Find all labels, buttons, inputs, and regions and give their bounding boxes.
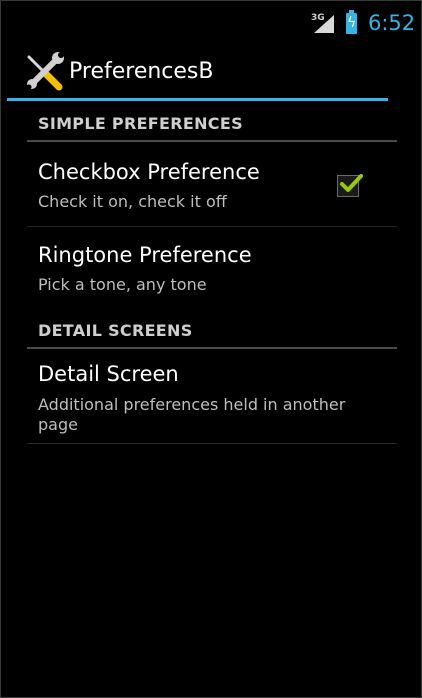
checkmark-icon: [340, 174, 363, 192]
battery-charging-icon: ϟ: [346, 10, 357, 34]
detail-screen-title: Detail Screen: [38, 362, 179, 386]
ringtone-preference-title: Ringtone Preference: [38, 243, 252, 267]
checkbox-preference-title: Checkbox Preference: [38, 160, 260, 184]
checkbox-preference-toggle[interactable]: [337, 174, 363, 197]
status-clock: 6:52: [368, 11, 416, 35]
category-simple-preferences: SIMPLE PREFERENCES: [38, 114, 243, 133]
checkbox-preference-summary: Check it on, check it off: [38, 192, 227, 211]
category-detail-screens: DETAIL SCREENS: [38, 321, 193, 340]
action-bar-divider: [7, 98, 388, 101]
status-bar: 3G ϟ 6:52: [1, 1, 421, 45]
action-bar: PreferencesB: [1, 45, 421, 99]
detail-screen-summary: Additional preferences held in another p…: [38, 395, 346, 434]
category-divider: [27, 140, 397, 142]
app-window: 3G ϟ 6:52 PreferencesB SIMPLE PREFERENCE…: [0, 0, 422, 698]
ringtone-preference-summary: Pick a tone, any tone: [38, 275, 207, 294]
category-divider: [27, 347, 397, 349]
tools-icon[interactable]: [23, 51, 65, 93]
signal-strength-icon: [314, 15, 334, 33]
list-divider: [27, 443, 397, 444]
app-title: PreferencesB: [69, 59, 214, 84]
list-divider: [27, 226, 397, 227]
